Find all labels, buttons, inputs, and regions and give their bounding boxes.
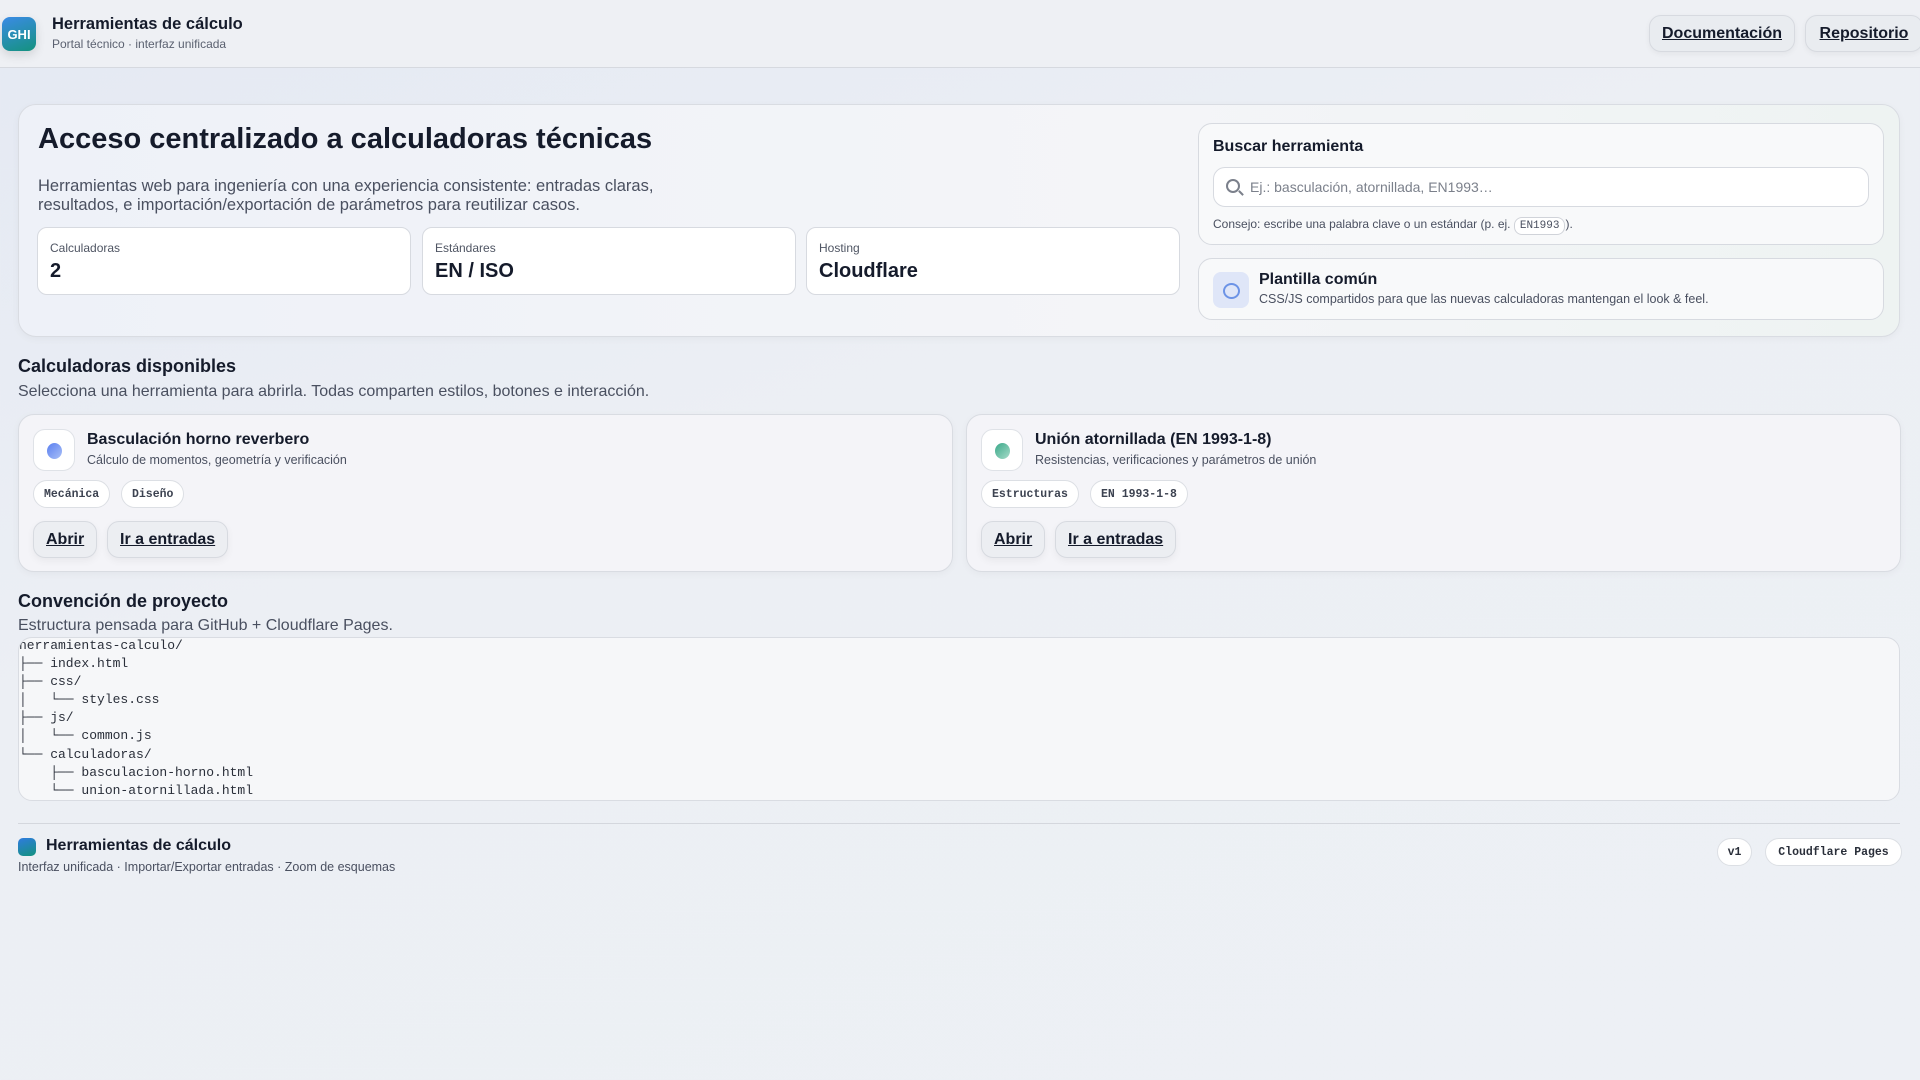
version-badge: v1 <box>1717 838 1752 866</box>
app-logo: GHI <box>2 17 36 51</box>
search-card: Buscar herramienta Consejo: escribe una … <box>1198 123 1884 245</box>
tip-code: EN1993 <box>1513 217 1566 235</box>
hero-title: Acceso centralizado a calculadoras técni… <box>38 123 653 155</box>
stat-value: 2 <box>50 260 62 282</box>
calculator-description: Cálculo de momentos, geometría y verific… <box>87 453 347 467</box>
footer-logo <box>18 838 36 856</box>
hero-panel: Acceso centralizado a calculadoras técni… <box>18 104 1900 337</box>
calculator-card: Basculación horno reverbero Cálculo de m… <box>18 414 953 572</box>
stat-label: Hosting <box>819 241 860 255</box>
app-subtitle: Portal técnico · interfaz unificada <box>52 37 227 51</box>
stat-value: EN / ISO <box>435 260 514 282</box>
hosting-badge: Cloudflare Pages <box>1765 838 1902 866</box>
calculator-title: Basculación horno reverbero <box>87 431 310 448</box>
calculator-title: Unión atornillada (EN 1993-1-8) <box>1035 431 1272 448</box>
footer-title: Herramientas de cálculo <box>46 837 231 854</box>
template-card: Plantilla común CSS/JS compartidos para … <box>1198 258 1884 320</box>
footer-subtitle: Interfaz unificada · Importar/Exportar e… <box>18 860 396 874</box>
top-header: GHI Herramientas de cálculo Portal técni… <box>0 0 1920 68</box>
convention-subtitle: Estructura pensada para GitHub + Cloudfl… <box>18 617 393 634</box>
project-tree-code: herramientas-calculo/ ├── index.html ├──… <box>18 637 1900 801</box>
calculators-heading: Calculadoras disponibles <box>18 356 237 376</box>
tag: Diseño <box>121 480 185 508</box>
tag: EN 1993-1-8 <box>1090 480 1188 508</box>
search-input[interactable] <box>1250 168 1850 206</box>
calculator-description: Resistencias, verificaciones y parámetro… <box>1035 453 1317 467</box>
tag: Mecánica <box>33 480 111 508</box>
search-icon <box>1226 179 1240 193</box>
open-button[interactable]: Abrir <box>981 521 1046 558</box>
stat-hosting: Hosting Cloudflare <box>806 227 1180 295</box>
documentation-link[interactable]: Documentación <box>1649 15 1795 52</box>
stat-label: Estándares <box>435 241 496 255</box>
calculator-icon <box>981 429 1023 471</box>
tip-suffix: ). <box>1565 217 1573 231</box>
hero-description: Herramientas web para ingeniería con una… <box>38 177 654 214</box>
template-icon <box>1213 272 1249 308</box>
stat-label: Calculadoras <box>50 241 121 255</box>
calculator-card: Unión atornillada (EN 1993-1-8) Resisten… <box>966 414 1901 572</box>
project-tree: herramientas-calculo/ ├── index.html ├──… <box>19 638 254 798</box>
search-title: Buscar herramienta <box>1213 138 1364 155</box>
search-field[interactable] <box>1213 167 1869 207</box>
open-button[interactable]: Abrir <box>33 521 98 558</box>
template-title: Plantilla común <box>1259 271 1378 288</box>
tag: Estructuras <box>981 480 1079 508</box>
search-tip: Consejo: escribe una palabra clave o un … <box>1213 217 1573 235</box>
go-to-inputs-button[interactable]: Ir a entradas <box>1055 521 1177 558</box>
convention-heading: Convención de proyecto <box>18 591 229 611</box>
app-title: Herramientas de cálculo <box>52 15 243 33</box>
repository-link[interactable]: Repositorio <box>1805 15 1920 52</box>
stat-calculators: Calculadoras 2 <box>37 227 411 295</box>
tip-text: Consejo: escribe una palabra clave o un … <box>1213 217 1511 231</box>
go-to-inputs-button[interactable]: Ir a entradas <box>107 521 229 558</box>
calculators-subtitle: Selecciona una herramienta para abrirla.… <box>18 383 650 400</box>
calculator-icon <box>33 429 75 471</box>
stat-value: Cloudflare <box>819 260 918 282</box>
stat-standards: Estándares EN / ISO <box>422 227 796 295</box>
template-description: CSS/JS compartidos para que las nuevas c… <box>1259 292 1709 306</box>
footer-divider <box>18 823 1900 824</box>
